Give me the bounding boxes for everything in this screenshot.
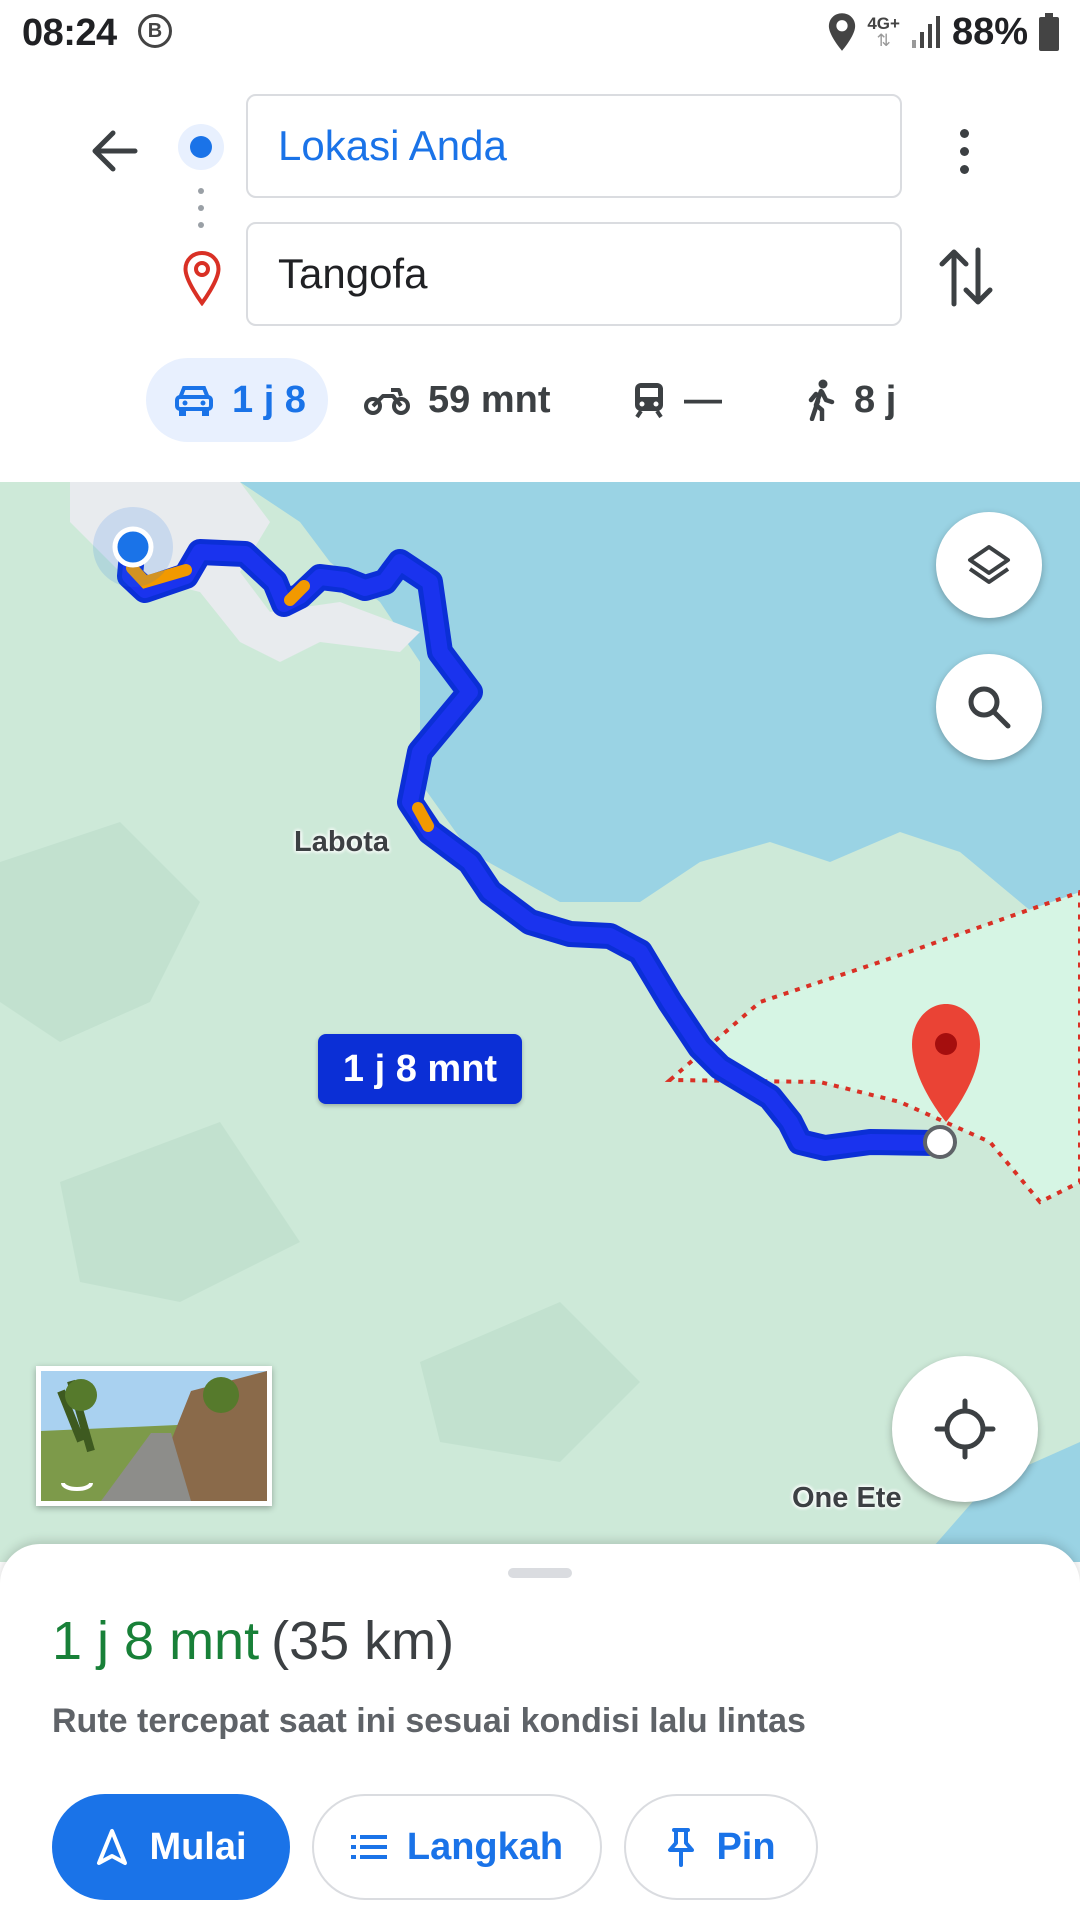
locate-crosshair-icon (934, 1398, 996, 1460)
mode-drive-tab[interactable]: 1 j 8 (146, 358, 328, 442)
mode-walk-label: 8 j (854, 378, 897, 421)
terrain-shade (60, 1122, 300, 1302)
mode-transit-tab[interactable]: — (632, 358, 722, 442)
mode-motorcycle-label: 59 mnt (428, 378, 551, 421)
map-view[interactable]: Labota One Ete 1 j 8 mnt (0, 482, 1080, 1562)
destination-pin-icon (183, 250, 221, 306)
search-icon (968, 686, 1011, 729)
start-button[interactable]: Mulai (52, 1794, 290, 1900)
status-time: 08:24 (22, 12, 117, 54)
location-icon (829, 13, 856, 51)
current-location-marker (112, 526, 154, 568)
terrain-shade (420, 1302, 640, 1462)
mode-motorcycle-tab[interactable]: 59 mnt (364, 358, 550, 442)
pin-icon (668, 1828, 695, 1867)
sheet-drag-handle[interactable] (508, 1568, 572, 1578)
travel-mode-bar: 1 j 8 59 mnt — 8 j (0, 358, 1080, 442)
notification-badge-icon: B (138, 14, 172, 48)
route-summary-sheet[interactable]: 1 j 8 mnt (35 km) Rute tercepat saat ini… (0, 1544, 1080, 1920)
place-label-labota: Labota (294, 826, 390, 858)
protected-area (664, 889, 1080, 1205)
pin-button[interactable]: Pin (624, 1794, 818, 1900)
signal-icon (911, 16, 940, 48)
route-summary: 1 j 8 mnt (35 km) (52, 1610, 454, 1672)
street-view-image (41, 1371, 267, 1501)
destination-field[interactable]: Tangofa (246, 222, 902, 326)
summary-duration: 1 j 8 mnt (52, 1611, 260, 1671)
my-location-button[interactable] (892, 1356, 1038, 1502)
steps-button-label: Langkah (406, 1825, 564, 1868)
status-bar: 08:24 B 4G+ ⇅ 88% (0, 0, 1080, 66)
motorcycle-icon (364, 388, 410, 415)
back-button[interactable] (80, 116, 150, 186)
status-indicators: 4G+ ⇅ 88% (827, 10, 1060, 54)
pin-button-label: Pin (716, 1825, 776, 1868)
car-icon (175, 386, 213, 416)
route-description: Rute tercepat saat ini sesuai kondisi la… (52, 1702, 806, 1740)
route-connector (198, 188, 204, 228)
start-button-label: Mulai (149, 1825, 247, 1868)
summary-distance: (35 km) (271, 1611, 455, 1671)
navigation-arrow-icon (97, 1829, 128, 1865)
origin-field[interactable]: Lokasi Anda (246, 94, 902, 198)
directions-header: Lokasi Anda Tangofa 1 j 8 59 mnt — 8 j (0, 66, 1080, 482)
mode-walk-tab[interactable]: 8 j (806, 358, 896, 442)
route-duration-callout[interactable]: 1 j 8 mnt (318, 1034, 522, 1104)
battery-level: 88% (951, 10, 1028, 53)
steps-button[interactable]: Langkah (312, 1794, 602, 1900)
data-arrows-icon: ⇅ (876, 31, 891, 50)
search-along-route-button[interactable] (936, 654, 1042, 760)
train-icon (635, 383, 663, 419)
swap-icon[interactable] (936, 242, 996, 312)
route-end-marker (923, 1125, 957, 1159)
network-type: 4G+ ⇅ (867, 15, 900, 49)
battery-icon (1039, 13, 1059, 51)
back-arrow-icon (92, 130, 138, 172)
mode-transit-label: — (684, 378, 722, 421)
layers-button[interactable] (936, 512, 1042, 618)
network-label: 4G+ (867, 14, 900, 33)
walk-icon (808, 379, 835, 421)
place-label-one-ete: One Ete (792, 1482, 902, 1514)
layers-icon (968, 545, 1010, 584)
terrain-shade (0, 822, 200, 1042)
origin-marker-icon (178, 124, 224, 170)
mode-drive-label: 1 j 8 (232, 378, 306, 421)
list-icon (350, 1835, 387, 1859)
more-options-button[interactable] (940, 116, 988, 186)
street-view-thumbnail[interactable] (36, 1366, 272, 1506)
